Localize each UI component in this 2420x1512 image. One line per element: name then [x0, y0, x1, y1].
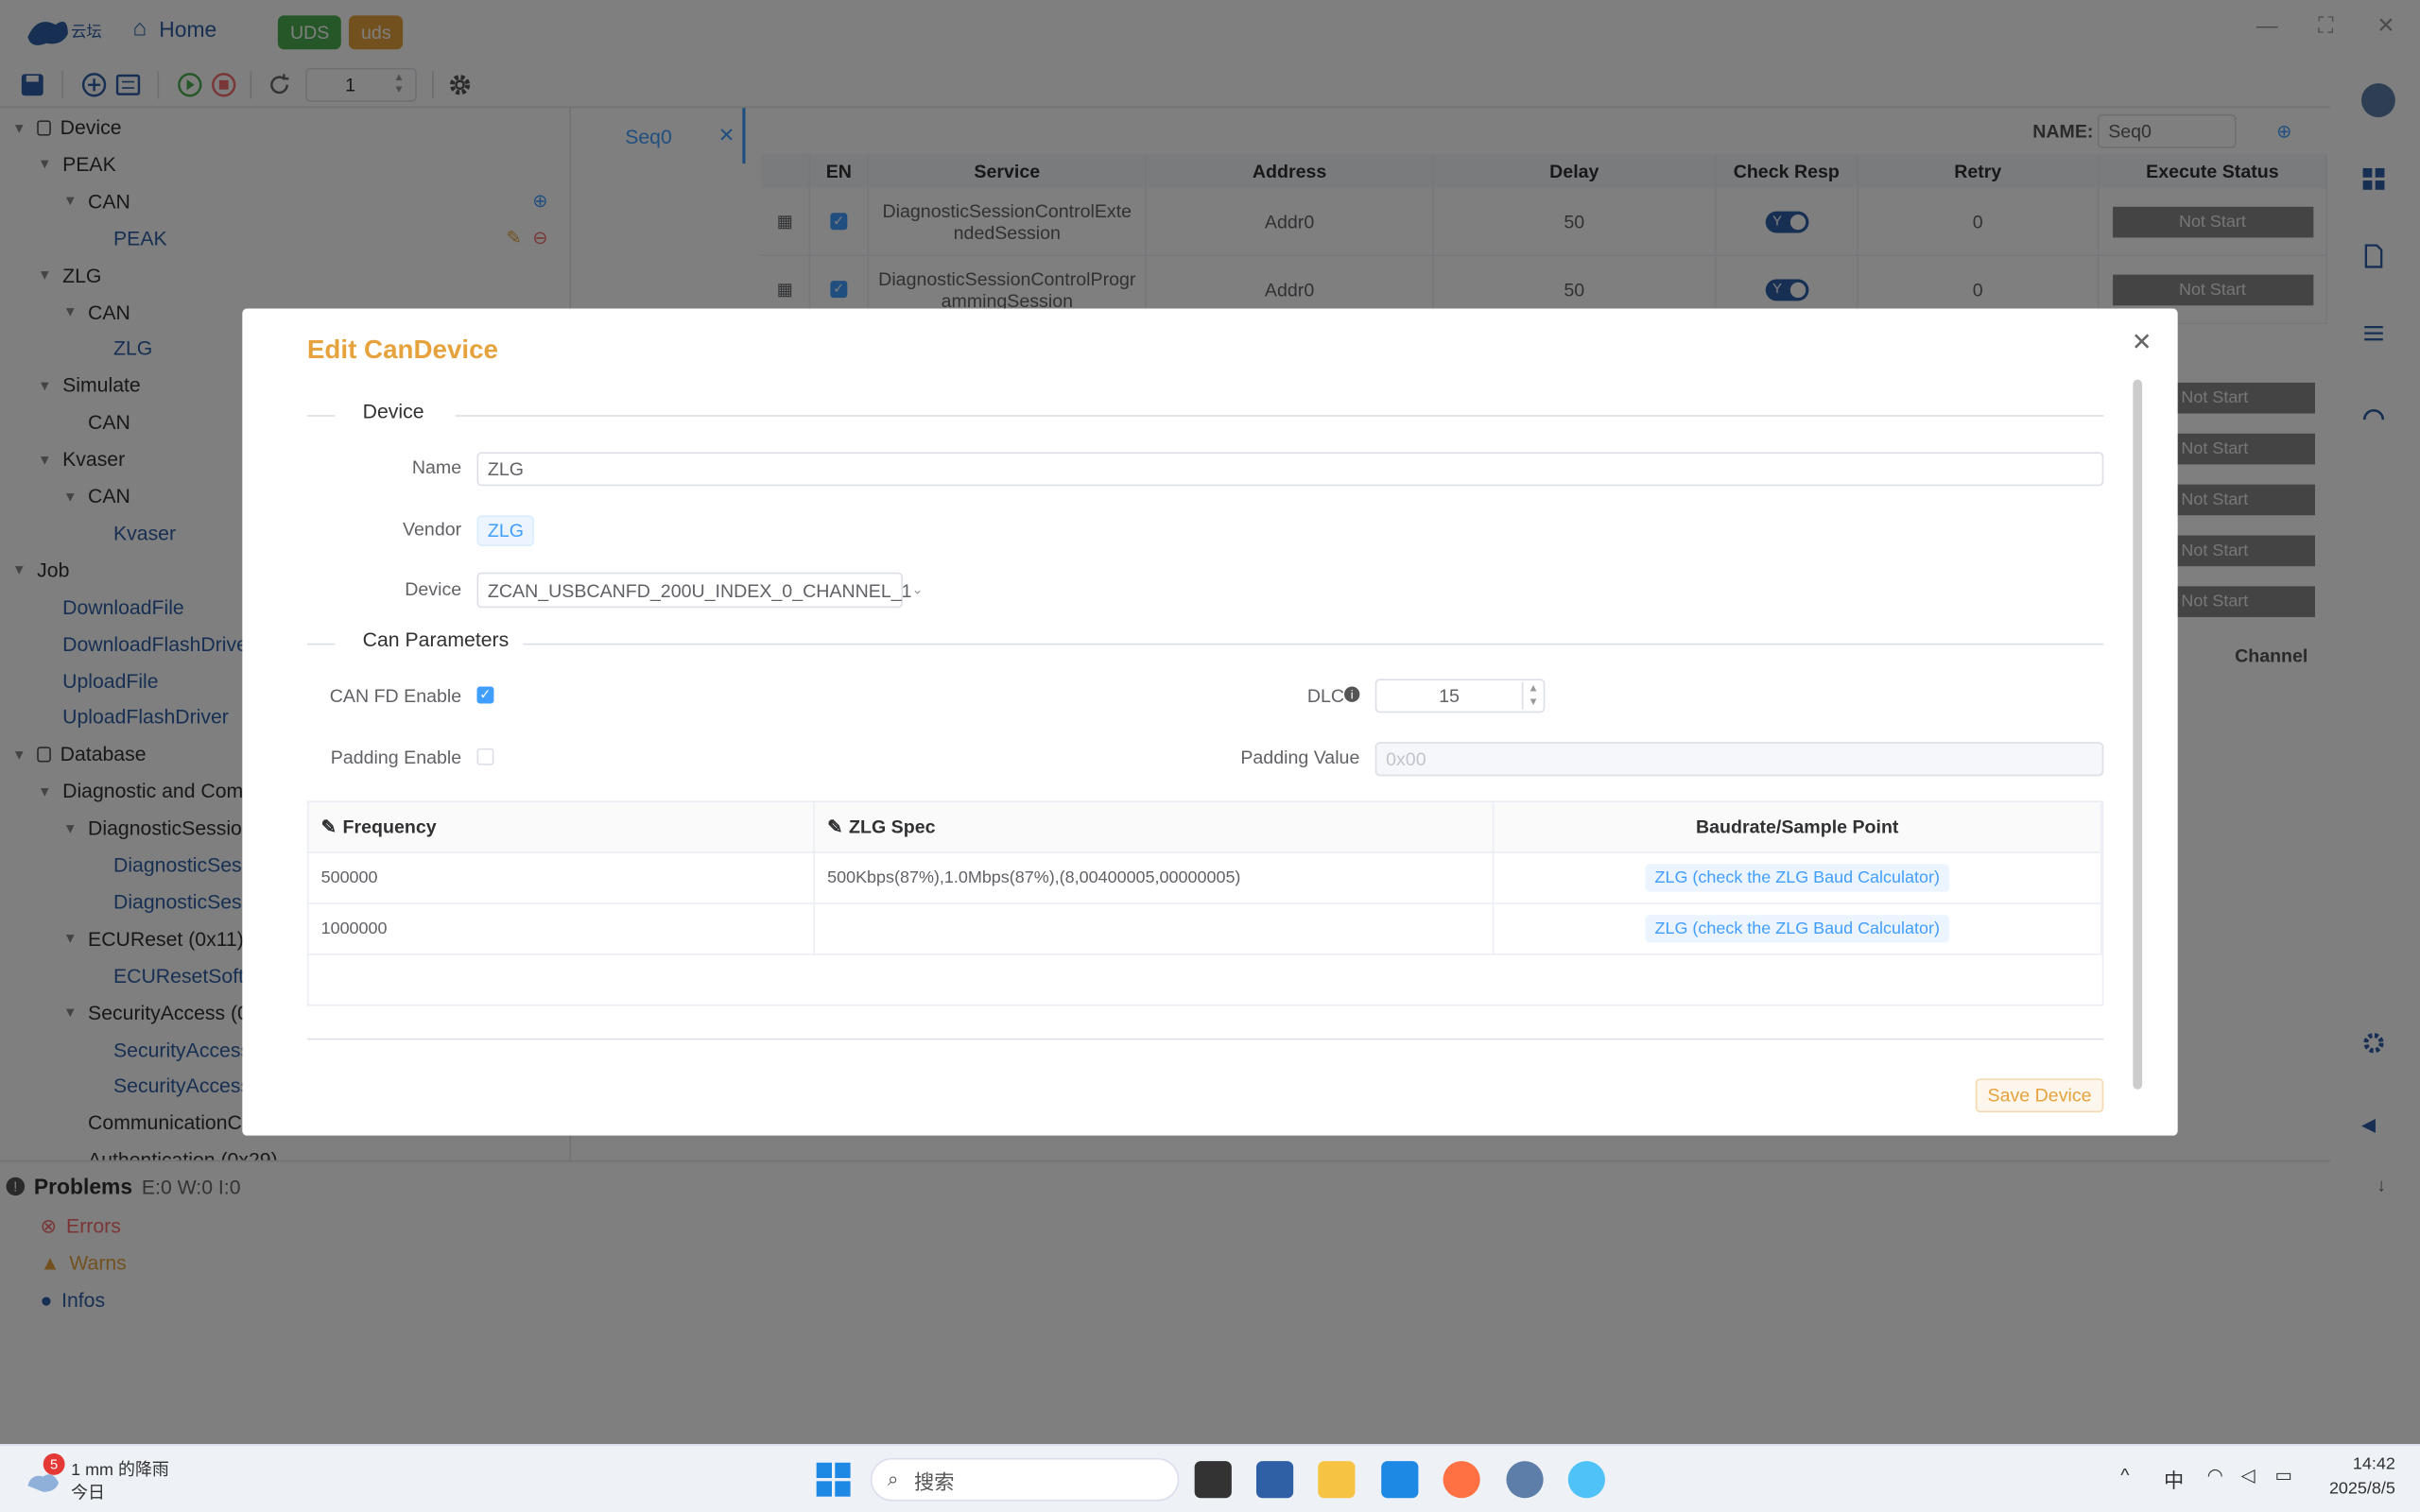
device-name-input[interactable]: ZLG [476, 452, 2104, 487]
frequency-table: ✎ Frequency ✎ ZLG Spec Baudrate/Sample Poi… [306, 800, 2104, 1006]
weather-text: 1 mm 的降雨 [71, 1461, 169, 1480]
table-cell[interactable]: 1000000 [308, 903, 816, 955]
dialog-scrollbar[interactable] [2133, 379, 2143, 1090]
name-label: Name [411, 456, 462, 479]
canfd-label: CAN FD Enable [329, 684, 462, 707]
zlg-calculator-link[interactable]: ZLG (check the ZLG Baud Calculator) [1645, 864, 1949, 892]
dlc-stepper[interactable]: 15 ▲ ▼ [1374, 679, 1546, 713]
app-cat-icon[interactable] [1255, 1461, 1294, 1499]
volume-icon[interactable]: ◁ [2241, 1464, 2256, 1486]
device-label: Device [405, 578, 462, 601]
frequency-header: ✎ Frequency [308, 801, 816, 853]
table-cell: ZLG (check the ZLG Baud Calculator) [1494, 903, 2102, 955]
padding-value-label: Padding Value [1240, 747, 1360, 769]
wifi-icon[interactable]: ◠ [2207, 1464, 2223, 1486]
windows-start-icon[interactable] [815, 1461, 852, 1498]
dlc-label: DLC [1306, 684, 1345, 707]
taskbar-search[interactable]: ⌕ 搜索 [870, 1457, 1180, 1502]
can-parameters-section: Can Parameters [306, 627, 2104, 659]
padding-value-input: 0x00 [1374, 742, 2104, 777]
save-device-button[interactable]: Save Device [1975, 1078, 2104, 1113]
close-icon[interactable]: ✕ [2132, 327, 2152, 358]
padding-checkbox[interactable] [476, 747, 494, 765]
edit-icon[interactable]: ✎ [827, 816, 842, 838]
chevron-up-icon[interactable]: ^ [2120, 1464, 2129, 1486]
vendor-tag: ZLG [476, 515, 535, 546]
file-explorer-icon[interactable] [1318, 1461, 1356, 1499]
edit-candevice-dialog: Edit CanDevice ✕ Device Name ZLG Vendor … [242, 308, 2178, 1136]
search-icon: ⌕ [887, 1467, 899, 1491]
vscode-icon[interactable] [1381, 1461, 1419, 1499]
canfd-checkbox[interactable]: ✓ [476, 686, 494, 704]
table-cell[interactable]: 500Kbps(87%),1.0Mbps(87%),(8,00400005,00… [815, 852, 1495, 904]
uds-app-icon[interactable] [1506, 1461, 1544, 1499]
stepper-arrows-icon[interactable]: ▲▼ [1521, 681, 1544, 711]
taskbar: 5 1 mm 的降雨 今日 ⌕ 搜索 ^ 中 ◠ ◁ ▭ 14:42 2025/8… [0, 1444, 2420, 1512]
clock-date[interactable]: 2025/8/5 [2308, 1480, 2395, 1499]
dialog-title: Edit CanDevice [306, 335, 498, 365]
vendor-label: Vendor [403, 518, 462, 541]
edit-icon[interactable]: ✎ [321, 816, 337, 838]
table-cell: ZLG (check the ZLG Baud Calculator) [1494, 852, 2102, 904]
firefox-icon[interactable] [1443, 1461, 1480, 1499]
battery-icon[interactable]: ▭ [2275, 1464, 2293, 1486]
device-select[interactable]: ZCAN_USBCANFD_200U_INDEX_0_CHANNEL_1 ⌄ [476, 572, 924, 609]
chat-icon[interactable] [1567, 1461, 1605, 1499]
baudrate-header: Baudrate/Sample Point [1494, 801, 2102, 853]
table-cell[interactable]: 500000 [308, 852, 816, 904]
info-icon[interactable]: i [1344, 686, 1360, 702]
chevron-down-icon: ⌄ [911, 581, 924, 597]
clock-time[interactable]: 14:42 [2322, 1455, 2395, 1474]
task-view-icon[interactable] [1194, 1461, 1232, 1499]
padding-label: Padding Enable [330, 747, 462, 769]
table-cell[interactable] [815, 903, 1495, 955]
device-section: Device [306, 400, 2104, 431]
zlg-spec-header: ✎ ZLG Spec [815, 801, 1495, 853]
weather-day: 今日 [71, 1484, 106, 1503]
zlg-calculator-link[interactable]: ZLG (check the ZLG Baud Calculator) [1645, 915, 1949, 943]
dialog-divider [306, 1038, 2104, 1040]
ime-indicator[interactable]: 中 [2164, 1464, 2184, 1493]
notification-badge: 5 [43, 1452, 65, 1475]
